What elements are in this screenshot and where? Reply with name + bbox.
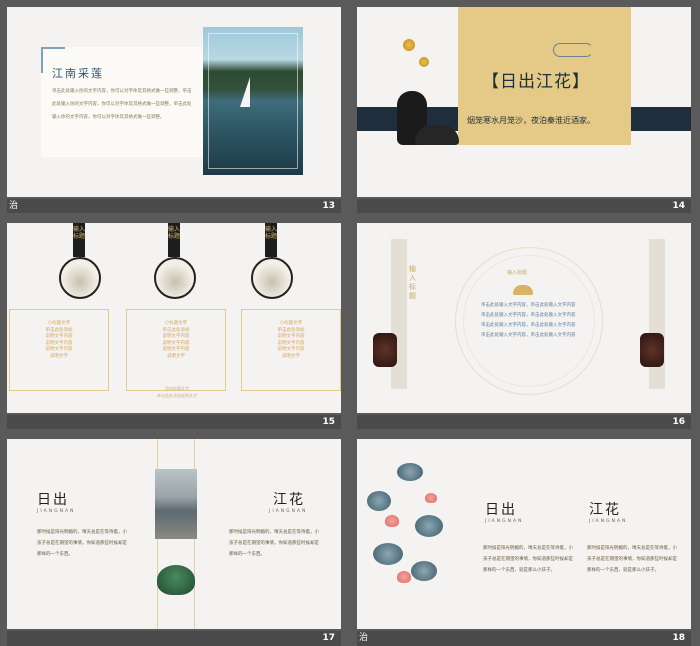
slide-footer: 16	[357, 415, 691, 429]
slide-15[interactable]: 输入标题 小标题文字 单击此处添加 说明文字内容 说明文字内容 说明文字内容 说…	[7, 223, 341, 413]
body-line: 单击此处输入文字内容，单击此处输入文字内容	[481, 303, 576, 308]
lake-sailboat-photo	[203, 27, 303, 175]
right-subtitle: JIANGNAN	[269, 509, 308, 514]
right-paragraph: 那时候是阳光明媚的，晴天总是在等待着，小孩子总是在期望的事情，你知道那些时候却是…	[229, 530, 319, 557]
slide-13[interactable]: 江南采莲 单击此处输入你的文字内容，你可以对字体及其格式做一些调整，单击此处输入…	[7, 7, 341, 197]
left-title: 日出	[37, 492, 69, 508]
fan-icon	[513, 285, 533, 295]
column: 输入标题 小标题文字 单击此处添加 说明文字内容 说明文字内容 说明文字内容 说…	[7, 223, 109, 413]
circle-image	[59, 257, 101, 299]
box-text: 小标题文字 单击此处添加 说明文字内容 说明文字内容 说明文字内容 说明文字	[277, 321, 305, 359]
stone-icon	[415, 125, 459, 145]
lotus-flower-icon	[397, 571, 411, 583]
box-text: 小标题文字 单击此处添加 说明文字内容 说明文字内容 说明文字内容 说明文字	[45, 321, 73, 359]
slide-18[interactable]: 日出 JIANGNAN 那时候是阳光明媚的，晴天总是在等待着，小孩子总是在期望的…	[357, 439, 691, 629]
circle-image	[251, 257, 293, 299]
lotus-flower-icon	[385, 515, 399, 527]
slide-footer: 治 13	[7, 199, 341, 213]
lotus-pad-icon	[415, 515, 443, 537]
title-tag: 输入标题	[73, 223, 85, 257]
column: 输入标题 小标题文字 单击此处添加 说明文字内容 说明文字内容 说明文字内容 说…	[239, 223, 341, 413]
flower-icon	[403, 39, 415, 51]
footer-left: 治	[9, 201, 19, 211]
slide-body: 单击此处输入你的文字内容，你可以对字体及其格式做一些调整，单击此处输入你的文字内…	[52, 89, 192, 120]
body-line: 单击此处输入文字内容，单击此处输入文字内容	[481, 333, 576, 338]
title-tag: 输入标题	[265, 223, 277, 257]
slide-footer: 15	[7, 415, 341, 429]
flower-icon	[419, 57, 429, 67]
slide-14[interactable]: 【日出江花】 烟笼寒水月笼沙，夜泊秦淮近酒家。	[357, 7, 691, 197]
lotus-pad-icon	[367, 491, 391, 511]
pavilion-photo	[155, 469, 197, 539]
left-subtitle: JIANGNAN	[485, 519, 524, 524]
slide-16[interactable]: 输入标题 输入标题 单击此处输入文字内容，单击此处输入文字内容 单击此处输入文字…	[357, 223, 691, 413]
right-paragraph: 那时候是阳光明媚的，晴天总是在等待着，小孩子总是在期望的事情，你知道那些时候却是…	[587, 546, 677, 573]
left-paragraph: 那时候是阳光明媚的，晴天总是在等待着，小孩子总是在期望的事情，你知道那些时候却是…	[483, 546, 573, 573]
lotus-leaf-icon	[157, 565, 195, 595]
lotus-pad-icon	[397, 463, 423, 481]
slide-number: 16	[672, 417, 685, 427]
body-lines: 单击此处输入文字内容，单击此处输入文字内容 单击此处输入文字内容，单击此处输入文…	[481, 301, 585, 341]
slide-number: 18	[672, 633, 685, 643]
footer-left: 治	[359, 633, 369, 643]
right-title: 江花	[589, 502, 621, 518]
slide-title: 【日出江花】	[482, 72, 590, 92]
body-line: 单击此处输入文字内容，单击此处输入文字内容	[481, 313, 576, 318]
footer-caption: 添加标题文字 单击此处添加说明文字	[157, 386, 197, 398]
body-line: 单击此处输入文字内容，单击此处输入文字内容	[481, 323, 576, 328]
photo-frame	[208, 33, 298, 169]
slide-number: 14	[672, 201, 685, 211]
right-subtitle: JIANGNAN	[589, 519, 628, 524]
slide-subtitle: 烟笼寒水月笼沙，夜泊秦淮近酒家。	[467, 116, 595, 125]
left-title: 日出	[485, 502, 517, 518]
slide-footer: 治 18	[357, 631, 691, 646]
circle-title: 输入标题	[507, 270, 528, 276]
circle-image	[154, 257, 196, 299]
slide-footer: 14	[357, 199, 691, 213]
slide-number: 13	[322, 201, 335, 211]
title-tag: 输入标题	[168, 223, 180, 257]
left-paragraph: 那时候是阳光明媚的，晴天总是在等待着，小孩子总是在期望的事情，你知道那些时候却是…	[37, 530, 127, 557]
slide-number: 17	[322, 633, 335, 643]
cloud-icon	[553, 43, 593, 57]
vertical-title: 输入标题	[409, 265, 416, 300]
stool-icon	[373, 333, 397, 367]
left-subtitle: JIANGNAN	[37, 509, 76, 514]
sailboat-icon	[240, 77, 250, 107]
box-text: 小标题文字 单击此处添加 说明文字内容 说明文字内容 说明文字内容 说明文字	[162, 321, 190, 359]
slide-17[interactable]: 日出 JIANGNAN 那时候是阳光明媚的，晴天总是在等待着，小孩子总是在期望的…	[7, 439, 341, 629]
slide-footer: 17	[7, 631, 341, 646]
lotus-flower-icon	[425, 493, 437, 503]
right-title: 江花	[273, 492, 305, 508]
stool-icon	[640, 333, 664, 367]
lotus-illustration	[367, 463, 447, 613]
slide-title: 江南采莲	[52, 67, 104, 80]
slide-number: 15	[322, 417, 335, 427]
lotus-pad-icon	[373, 543, 403, 565]
lotus-pad-icon	[411, 561, 437, 581]
